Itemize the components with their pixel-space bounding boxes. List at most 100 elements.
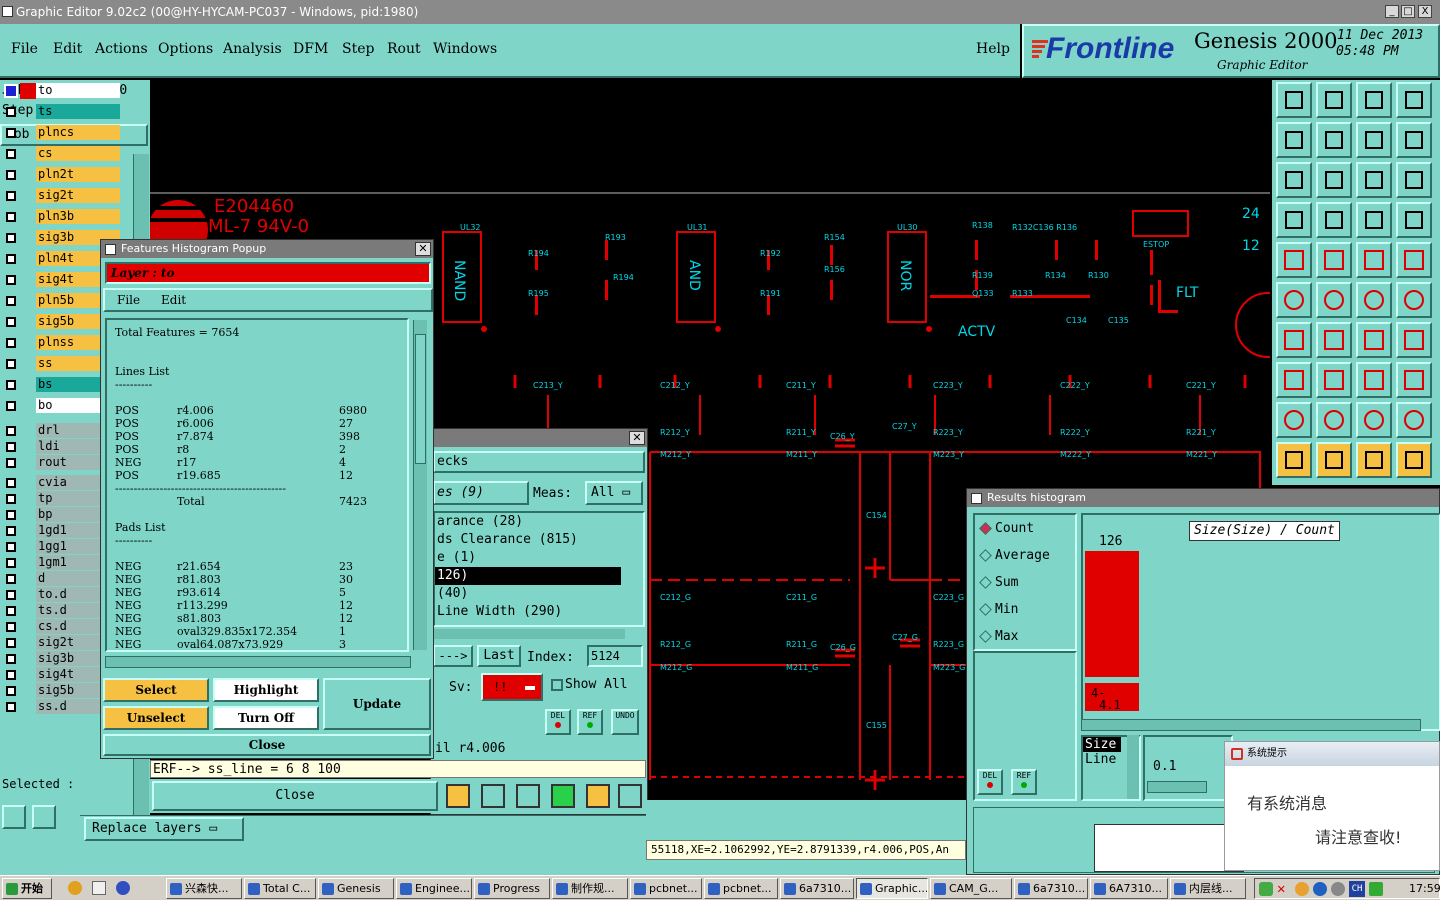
toolbar-tool-icon[interactable]: [1356, 362, 1392, 398]
toolbar-tool-icon[interactable]: [1316, 282, 1352, 318]
layer-checkbox[interactable]: [6, 654, 16, 664]
check-list-item[interactable]: (40): [435, 585, 643, 603]
delete-all-icon[interactable]: [516, 784, 540, 808]
checks-hscroll[interactable]: [433, 629, 625, 639]
layer-checkbox[interactable]: [6, 442, 16, 452]
menu-actions[interactable]: Actions: [95, 41, 148, 57]
turn-off-button[interactable]: Turn Off: [213, 706, 319, 730]
menu-help[interactable]: Help: [976, 41, 1010, 57]
taskbar-task[interactable]: Progress: [474, 878, 550, 899]
radio-icon[interactable]: [979, 603, 992, 616]
axis-option-size[interactable]: Size: [1083, 737, 1121, 752]
toolbar-tool-icon[interactable]: [1356, 122, 1392, 158]
report-tool-icon[interactable]: [481, 784, 505, 808]
toolbar-tool-icon[interactable]: [1316, 322, 1352, 358]
taskbar-task[interactable]: 6A7310...: [1090, 878, 1168, 899]
layer-name[interactable]: to: [36, 83, 120, 98]
layer-checkbox[interactable]: [6, 317, 16, 327]
chart-hscroll[interactable]: [1081, 719, 1421, 731]
layer-name[interactable]: ts: [36, 104, 120, 119]
last-button[interactable]: Last: [477, 645, 521, 667]
layer-checkbox[interactable]: [6, 606, 16, 616]
layer-row[interactable]: pln2t: [0, 166, 120, 183]
layer-checkbox[interactable]: [6, 458, 16, 468]
layer-name[interactable]: pln3b: [36, 209, 120, 224]
tray-icon-6[interactable]: [1369, 882, 1383, 896]
layer-checkbox[interactable]: [6, 590, 16, 600]
features-menu-edit[interactable]: Edit: [161, 293, 186, 307]
tray-icon-5[interactable]: [1331, 882, 1345, 896]
layer-row[interactable]: ts: [0, 103, 120, 120]
results-chart[interactable]: 1264-4.1: [1083, 515, 1439, 729]
system-notification[interactable]: 系统提示 有系统消息 请注意查收!: [1224, 741, 1440, 871]
results-ref-button[interactable]: REF: [1011, 769, 1037, 795]
features-hscroll[interactable]: [105, 656, 411, 668]
layer-checkbox[interactable]: [6, 170, 16, 180]
toolbar-tool-icon[interactable]: [1396, 282, 1432, 318]
notes-icon[interactable]: [586, 784, 610, 808]
layer-checkbox[interactable]: [6, 233, 16, 243]
undo-button[interactable]: UNDO: [611, 709, 639, 735]
check-list-item[interactable]: e (1): [435, 549, 643, 567]
layer-checkbox[interactable]: [6, 254, 16, 264]
menu-analysis[interactable]: Analysis: [223, 41, 282, 57]
toolbar-tool-icon[interactable]: [1276, 162, 1312, 198]
tool-select-icon[interactable]: [2, 805, 26, 829]
toolbar-tool-icon[interactable]: [1396, 162, 1432, 198]
menu-file[interactable]: File: [11, 41, 38, 57]
ref-button[interactable]: REF: [577, 709, 603, 735]
taskbar-task[interactable]: 6a7310...: [1014, 878, 1088, 899]
select-button[interactable]: Select: [103, 678, 209, 702]
page-number-icon[interactable]: [551, 784, 575, 808]
checks-category[interactable]: es (9): [433, 481, 529, 505]
layer-checkbox[interactable]: [6, 670, 16, 680]
toolbar-tool-icon[interactable]: [1276, 202, 1312, 238]
results-del-button[interactable]: DEL: [977, 769, 1003, 795]
features-menu-file[interactable]: File: [117, 293, 140, 307]
tray-icon-1[interactable]: [1259, 882, 1273, 896]
radio-icon[interactable]: [979, 522, 992, 535]
toolbar-tool-icon[interactable]: [1316, 162, 1352, 198]
histogram-tool-icon[interactable]: [446, 784, 470, 808]
toolbar-tool-icon[interactable]: [1356, 202, 1392, 238]
quicklaunch-icon-2[interactable]: [92, 881, 106, 895]
tray-icon-3[interactable]: [1295, 882, 1309, 896]
toolbar-tool-icon[interactable]: [1316, 442, 1352, 478]
quicklaunch-icon-1[interactable]: [68, 881, 82, 895]
toolbar-tool-icon[interactable]: [1396, 322, 1432, 358]
checks-close-button[interactable]: Close: [152, 781, 438, 811]
toolbar-tool-icon[interactable]: [1356, 322, 1392, 358]
axis-slider[interactable]: [1147, 781, 1207, 793]
taskbar-task[interactable]: Total C...: [244, 878, 316, 899]
layer-checkbox[interactable]: [6, 296, 16, 306]
menu-options[interactable]: Options: [158, 41, 213, 57]
meas-select[interactable]: All ▭: [585, 481, 643, 505]
toolbar-tool-icon[interactable]: [1316, 82, 1352, 118]
toolbar-tool-icon[interactable]: [1396, 442, 1432, 478]
layer-checkbox[interactable]: [6, 275, 16, 285]
taskbar-task[interactable]: pcbnet...: [630, 878, 702, 899]
check-list-item[interactable]: arance (28): [435, 513, 643, 531]
layer-checkbox[interactable]: [6, 574, 16, 584]
mode-option[interactable]: Sum: [975, 569, 1075, 596]
toolbar-tool-icon[interactable]: [1356, 282, 1392, 318]
toolbar-tool-icon[interactable]: [1396, 402, 1432, 438]
layer-checkbox[interactable]: [6, 191, 16, 201]
layer-checkbox[interactable]: [6, 212, 16, 222]
layer-checkbox[interactable]: [6, 510, 16, 520]
start-button[interactable]: 开始: [2, 878, 52, 899]
taskbar-task[interactable]: 兴森快...: [166, 878, 242, 899]
layer-name[interactable]: cs: [36, 146, 120, 161]
layer-checkbox[interactable]: [6, 107, 16, 117]
close-window-button[interactable]: X: [1418, 5, 1432, 18]
tray-icon-4[interactable]: [1313, 882, 1327, 896]
input-language-indicator[interactable]: CH: [1349, 881, 1365, 897]
toolbar-tool-icon[interactable]: [1276, 402, 1312, 438]
menu-rout[interactable]: Rout: [387, 41, 421, 57]
layer-name[interactable]: sig2t: [36, 188, 120, 203]
taskbar-task[interactable]: pcbnet...: [704, 878, 778, 899]
check-list-item[interactable]: Line Width (290): [435, 603, 643, 621]
layer-checkbox[interactable]: [6, 128, 16, 138]
layer-checkbox[interactable]: [6, 426, 16, 436]
toolbar-tool-icon[interactable]: [1396, 362, 1432, 398]
